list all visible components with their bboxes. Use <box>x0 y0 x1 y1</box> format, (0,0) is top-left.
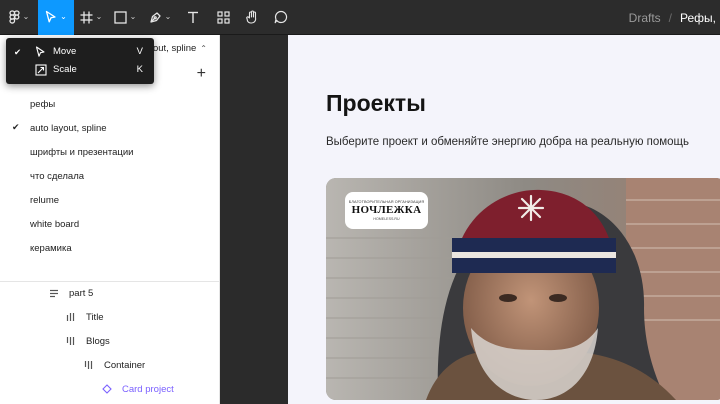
canvas-background[interactable] <box>220 35 288 404</box>
chevron-up-icon: ⌃ <box>200 43 207 53</box>
chevron-down-icon: ⌄ <box>60 12 67 21</box>
chevron-down-icon: ⌄ <box>164 12 172 21</box>
resources-tool-button[interactable] <box>208 0 238 35</box>
add-page-plus-icon[interactable]: + <box>197 66 206 82</box>
layer-label: Title <box>86 311 104 323</box>
layer-row[interactable]: Container <box>0 353 219 377</box>
logo-url: HOMELESS.RU <box>373 216 400 221</box>
comment-tool-button[interactable] <box>266 0 296 35</box>
top-toolbar: ⌄ ⌄ ⌄ ⌄ ⌄ Drafts / Рефы, <box>0 0 720 35</box>
page-item-selected[interactable]: ✔ auto layout, spline <box>0 116 219 140</box>
layer-label: Blogs <box>86 335 110 347</box>
breadcrumb-separator: / <box>668 10 673 25</box>
layer-row[interactable]: Blogs <box>0 329 219 353</box>
breadcrumb-drafts-link[interactable]: Drafts <box>629 11 661 25</box>
page-item-label: шрифты и презентации <box>30 146 134 158</box>
layer-label: Card project <box>122 383 174 395</box>
page-item-label: что сделала <box>30 170 85 182</box>
hand-tool-button[interactable] <box>238 0 266 35</box>
menu-item-move[interactable]: ✔ Move V <box>6 43 154 61</box>
page-item[interactable]: керамика <box>0 236 219 260</box>
layer-row[interactable]: Title <box>0 305 219 329</box>
chevron-down-icon: ⌄ <box>95 12 103 21</box>
text-t-icon <box>187 11 199 24</box>
file-name[interactable]: Рефы, <box>680 11 716 25</box>
page-item[interactable]: что сделала <box>0 164 219 188</box>
page-item-label: relume <box>30 194 60 206</box>
page-item-label: white board <box>30 218 80 230</box>
scale-icon <box>35 64 47 79</box>
hash-frame-icon <box>80 11 93 24</box>
figma-logo-icon <box>8 10 20 24</box>
layer-label: part 5 <box>69 287 94 299</box>
menu-item-scale[interactable]: Scale K <box>6 61 154 79</box>
horizontal-auto-layout-icon <box>64 311 78 323</box>
pen-tool-button[interactable]: ⌄ <box>142 0 178 35</box>
page-item-label: керамика <box>30 242 72 254</box>
breadcrumb: Drafts / Рефы, <box>629 0 720 35</box>
horizontal-auto-layout-icon <box>64 335 78 347</box>
resources-grid-icon <box>216 10 230 24</box>
check-icon: ✔ <box>14 47 22 57</box>
move-tool-button[interactable]: ⌄ <box>38 0 74 35</box>
component-instance-icon <box>100 383 114 395</box>
layer-row-component[interactable]: Card project <box>0 377 219 401</box>
cursor-arrow-icon <box>45 10 57 24</box>
page-item[interactable]: шрифты и презентации <box>0 140 219 164</box>
chevron-down-icon: ⌄ <box>129 12 137 21</box>
page-item[interactable]: white board <box>0 212 219 236</box>
rectangle-icon <box>113 10 127 24</box>
page-item[interactable]: рефы <box>0 92 219 116</box>
frame-tool-button[interactable]: ⌄ <box>74 0 108 35</box>
horizontal-auto-layout-icon <box>82 359 96 371</box>
shape-tool-button[interactable]: ⌄ <box>108 0 142 35</box>
page-item-label: рефы <box>30 98 56 110</box>
frame-subtitle: Выберите проект и обменяйте энергию добр… <box>326 136 690 148</box>
vertical-auto-layout-icon <box>47 287 61 299</box>
layer-label: Container <box>104 359 146 371</box>
left-panel: auto layout, spline ⌃ + рефы ✔ auto layo… <box>0 35 220 404</box>
cursor-arrow-icon <box>35 46 46 61</box>
menu-item-label: Move <box>53 46 77 57</box>
menu-item-shortcut: K <box>136 64 143 75</box>
check-icon: ✔ <box>12 122 20 132</box>
move-tool-menu: ✔ Move V Scale K <box>6 38 154 84</box>
menu-item-label: Scale <box>53 64 77 75</box>
card-project[interactable]: БЛАГОТВОРИТЕЛЬНАЯ ОРГАНИЗАЦИЯ НОЧЛЕЖКА H… <box>326 178 720 400</box>
design-frame[interactable]: Проекты Выберите проект и обменяйте энер… <box>288 35 720 404</box>
chevron-down-icon: ⌄ <box>22 12 30 21</box>
nochlezhka-logo: БЛАГОТВОРИТЕЛЬНАЯ ОРГАНИЗАЦИЯ НОЧЛЕЖКА H… <box>345 192 428 229</box>
main-menu-button[interactable]: ⌄ <box>0 0 38 35</box>
logo-wordmark: НОЧЛЕЖКА <box>351 204 422 217</box>
menu-item-shortcut: V <box>136 46 143 57</box>
hand-icon <box>245 10 259 24</box>
text-tool-button[interactable] <box>178 0 208 35</box>
frame-heading: Проекты <box>326 90 426 116</box>
comment-bubble-icon <box>274 10 288 24</box>
page-item-label: auto layout, spline <box>30 122 107 134</box>
page-item[interactable]: relume <box>0 188 219 212</box>
pen-icon <box>149 11 162 24</box>
layer-row[interactable]: part 5 <box>0 281 219 305</box>
